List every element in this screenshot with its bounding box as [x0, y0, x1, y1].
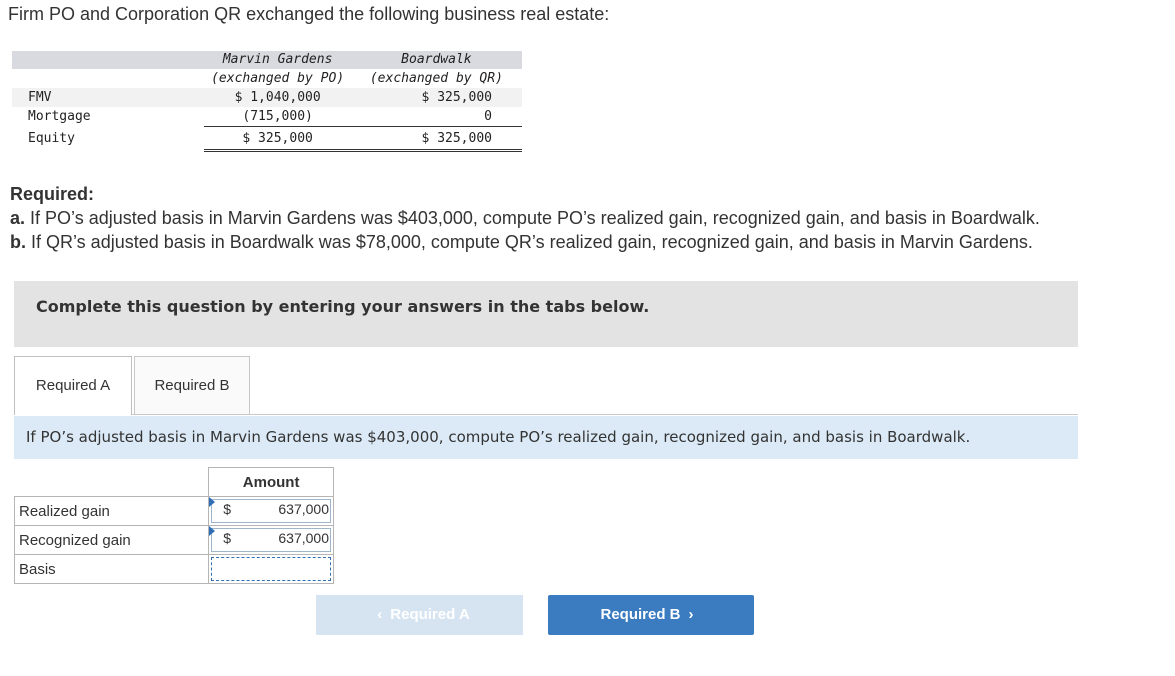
basis-input[interactable]	[208, 554, 334, 584]
property-table-subheader: (exchanged by PO) (exchanged by QR)	[12, 69, 522, 88]
realized-gain-input[interactable]: $ 637,000	[208, 496, 334, 526]
currency-symbol: $	[223, 501, 232, 517]
required-a-text: If PO’s adjusted basis in Marvin Gardens…	[25, 208, 1040, 228]
answer-label: Recognized gain	[13, 525, 210, 555]
required-a: a. If PO’s adjusted basis in Marvin Gard…	[10, 206, 1040, 230]
chevron-right-icon: ›	[688, 606, 694, 623]
col1-sub: (exchanged by PO)	[211, 71, 345, 86]
row-value: 0	[484, 109, 492, 124]
prompt-text: If PO’s adjusted basis in Marvin Gardens…	[26, 428, 971, 446]
table-row: Basis	[13, 554, 334, 584]
row-value: $ 325,000	[204, 126, 351, 152]
col1-name: Marvin Gardens	[204, 51, 351, 69]
table-row: Realized gain $ 637,000	[13, 496, 334, 526]
input-marker-icon	[209, 497, 216, 507]
table-row: Mortgage (715,000) 0	[12, 107, 522, 127]
tab-required-b[interactable]: Required B	[134, 356, 250, 415]
property-table: Marvin Gardens Boardwalk (exchanged by P…	[12, 51, 522, 152]
question-prompt: If PO’s adjusted basis in Marvin Gardens…	[14, 416, 1078, 459]
row-value: (715,000)	[242, 109, 313, 124]
answer-label: Realized gain	[13, 496, 210, 526]
tab-divider	[132, 414, 1078, 415]
row-value: $ 325,000	[350, 88, 522, 107]
col2-sub: (exchanged by QR)	[369, 71, 503, 86]
answer-label: Basis	[13, 554, 210, 584]
row-label: FMV	[12, 88, 205, 107]
row-value: $ 325,000	[350, 126, 522, 152]
recognized-gain-input[interactable]: $ 637,000	[208, 525, 334, 555]
col2-name: Boardwalk	[350, 51, 522, 69]
amount-header: Amount	[208, 467, 334, 497]
answer-value: 637,000	[278, 530, 329, 546]
required-b-prefix: b.	[10, 232, 26, 252]
input-marker-icon	[209, 526, 216, 536]
next-button-label: Required B	[600, 606, 681, 623]
table-row: FMV $ 1,040,000 $ 325,000	[12, 88, 522, 107]
chevron-left-icon: ‹	[377, 606, 383, 623]
required-heading: Required:	[10, 184, 95, 204]
required-b-text: If QR’s adjusted basis in Boardwalk was …	[26, 232, 1033, 252]
answer-value: 637,000	[278, 501, 329, 517]
answer-table-header: Amount	[14, 467, 334, 497]
row-label: Equity	[28, 131, 75, 146]
row-value: $ 1,040,000	[204, 88, 351, 107]
required-a-prefix: a.	[10, 208, 26, 228]
prev-button-label: Required A	[390, 606, 470, 623]
required-b: b. If QR’s adjusted basis in Boardwalk w…	[10, 230, 1040, 254]
row-label: Mortgage	[28, 109, 91, 125]
tab-required-a[interactable]: Required A	[14, 356, 132, 415]
required-section: Required: a. If PO’s adjusted basis in M…	[10, 182, 1040, 254]
currency-symbol: $	[223, 530, 232, 546]
prev-button[interactable]: ‹ Required A	[316, 595, 523, 635]
answer-table: Amount Realized gain $ 637,000 Recognize…	[13, 467, 334, 584]
next-button[interactable]: Required B ›	[548, 595, 754, 635]
instruction-box: Complete this question by entering your …	[14, 281, 1078, 347]
intro-text: Firm PO and Corporation QR exchanged the…	[8, 4, 610, 24]
table-row: Equity $ 325,000 $ 325,000	[12, 126, 522, 152]
table-row: Recognized gain $ 637,000	[13, 525, 334, 555]
instruction-text: Complete this question by entering your …	[36, 297, 650, 316]
property-table-header: Marvin Gardens Boardwalk	[12, 51, 522, 69]
